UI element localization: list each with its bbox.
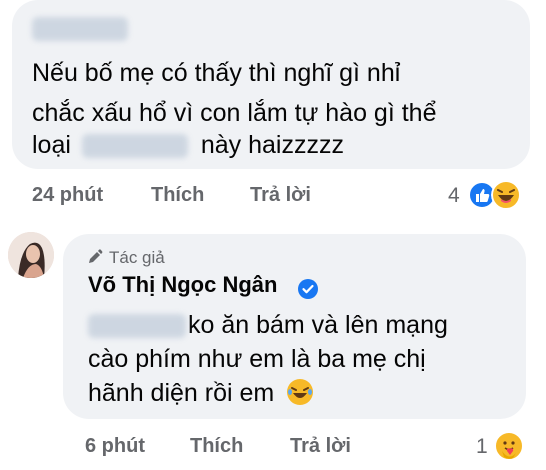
blurred-mention xyxy=(88,314,186,339)
author-avatar-image xyxy=(8,232,54,278)
author-name[interactable]: Võ Thị Ngọc Ngân xyxy=(88,272,277,298)
comment-timestamp[interactable]: 24 phút xyxy=(32,184,103,207)
pencil-icon xyxy=(89,249,103,263)
comment-text-start: loại xyxy=(32,131,71,159)
author-badge-label: Tác giả xyxy=(109,248,165,267)
comment-text-line: Nếu bố mẹ có thấy thì nghĩ gì nhỉ xyxy=(32,59,401,87)
reply-button[interactable]: Trả lời xyxy=(250,184,311,207)
like-button[interactable]: Thích xyxy=(190,435,243,458)
comment-text-end: hãnh diện rồi em xyxy=(88,379,275,407)
like-button[interactable]: Thích xyxy=(151,184,204,207)
blurred-word xyxy=(81,134,188,159)
care-reaction-icon[interactable] xyxy=(494,431,524,461)
comment-text-rest: ko ăn bám và lên mạng xyxy=(188,311,448,339)
reaction-count[interactable]: 1 xyxy=(476,435,488,459)
laughing-emoji-icon xyxy=(287,379,314,405)
verified-badge-icon xyxy=(298,279,318,299)
reply-button[interactable]: Trả lời xyxy=(290,435,351,458)
blurred-commenter-name xyxy=(32,17,128,41)
comment-text-end: này haizzzzz xyxy=(200,131,344,159)
comment-text-line: hãnh diện rồi em xyxy=(88,373,315,413)
author-badge: Tác giả xyxy=(87,248,165,268)
haha-reaction-icon[interactable] xyxy=(491,180,521,210)
comment-text-line: loại này haizzzzz xyxy=(32,125,344,165)
avatar[interactable] xyxy=(8,232,54,278)
comment-timestamp[interactable]: 6 phút xyxy=(85,435,145,458)
reaction-count[interactable]: 4 xyxy=(448,184,460,208)
